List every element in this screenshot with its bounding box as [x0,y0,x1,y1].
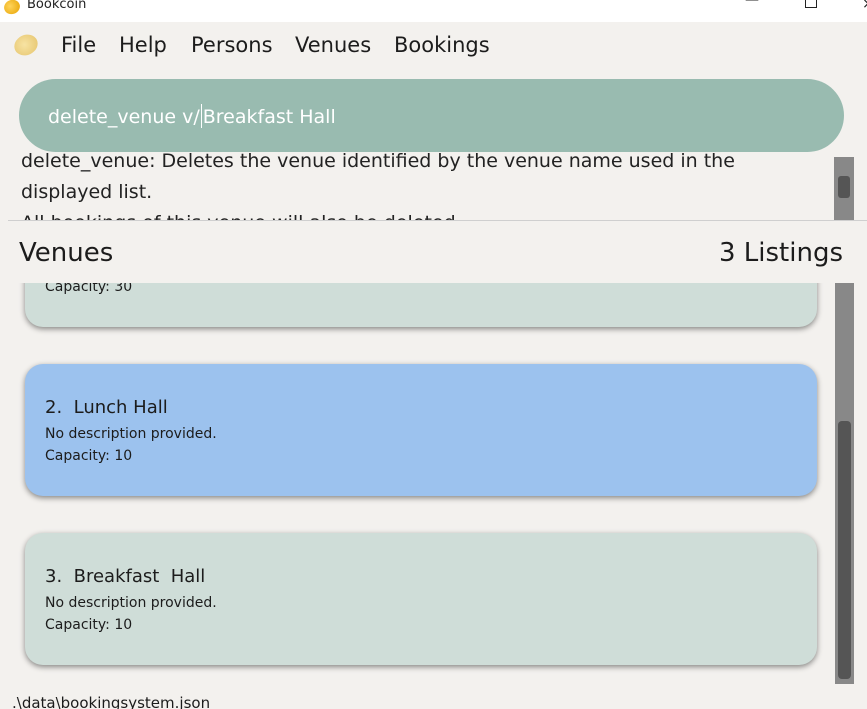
menu-persons[interactable]: Persons [191,33,273,57]
venue-description: No description provided. [45,595,217,611]
venue-card[interactable]: 3. Breakfast Hall No description provide… [25,533,817,665]
venue-name: 2. Lunch Hall [45,397,168,418]
listing-count: 3 Listings [718,238,843,268]
result-line: All bookings of this venue will also be … [21,208,826,220]
venue-list: 1. Capacity: 30 2. Lunch Hall No descrip… [0,283,835,683]
maximize-button[interactable] [803,0,819,12]
venue-capacity: Capacity: 30 [45,283,133,295]
maximize-icon [805,0,817,8]
command-text: delete_venue v/Breakfast Hall [48,104,336,128]
result-line: displayed list. [21,181,153,203]
venue-description: No description provided. [45,426,217,442]
venue-capacity: Capacity: 10 [45,448,133,464]
result-display: delete_venue: Deletes the venue identifi… [0,152,867,220]
list-header: Venues 3 Listings [0,221,851,283]
window-title: Bookcoin [27,0,87,12]
list-scrollbar-thumb[interactable] [838,421,851,679]
command-input[interactable]: delete_venue v/Breakfast Hall [19,79,844,152]
close-button[interactable]: × [860,0,867,12]
command-text-after-caret: Breakfast Hall [202,106,336,128]
app-coin-icon [2,0,22,17]
venue-card-selected[interactable]: 2. Lunch Hall No description provided. C… [25,364,817,496]
menu-bookings[interactable]: Bookings [394,33,490,57]
menu-file[interactable]: File [61,33,96,57]
minimize-button[interactable]: — [744,0,760,8]
result-scrollbar-thumb[interactable] [838,176,850,198]
venue-card[interactable]: 1. Capacity: 30 [25,283,817,327]
status-file-path: .\data\bookingsystem.json [12,694,211,709]
coin-logo-icon [10,30,42,60]
text-caret [200,104,202,128]
list-title: Venues [19,238,114,268]
result-line: delete_venue: Deletes the venue identifi… [21,152,735,172]
title-bar: Bookcoin — × [0,0,867,22]
command-text-before-caret: delete_venue v/ [48,106,200,128]
result-text: delete_venue: Deletes the venue identifi… [21,152,826,220]
venue-capacity: Capacity: 10 [45,617,133,633]
menu-help[interactable]: Help [119,33,167,57]
venue-name: 3. Breakfast Hall [45,566,206,587]
menu-venues[interactable]: Venues [295,33,371,57]
menu-bar: File Help Persons Venues Bookings [0,22,867,68]
